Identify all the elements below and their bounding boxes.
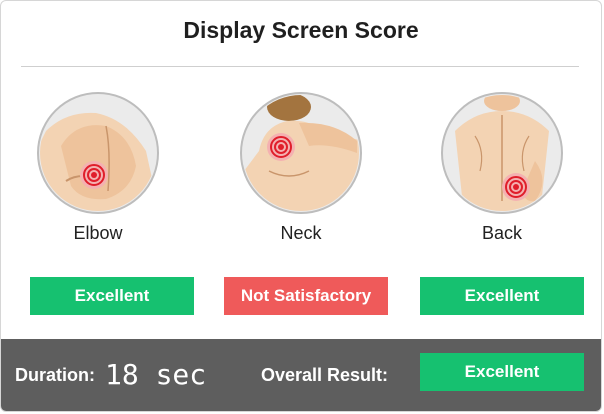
zone-label: Back [481,223,523,243]
neck-pain-icon [239,91,363,215]
zone-label: Elbow [73,223,123,243]
elbow-result-badge: Excellent [30,277,194,315]
zone-label: Neck [280,223,322,243]
overall-result-badge: Excellent [420,353,584,391]
elbow-pain-icon [36,91,160,215]
score-card: Display Screen Score Elbow Neck Back Exc… [0,0,602,412]
back-result-badge: Excellent [420,277,584,315]
neck-result-badge: Not Satisfactory [224,277,388,315]
duration-value: 18 sec [105,358,207,391]
page-title: Display Screen Score [183,17,419,43]
divider [21,66,579,67]
overall-result-label: Overall Result: [261,365,389,385]
duration-label: Duration: [15,365,95,385]
back-pain-icon [440,91,564,215]
results-footer: Duration: 18 sec Overall Result: Excelle… [1,339,601,411]
